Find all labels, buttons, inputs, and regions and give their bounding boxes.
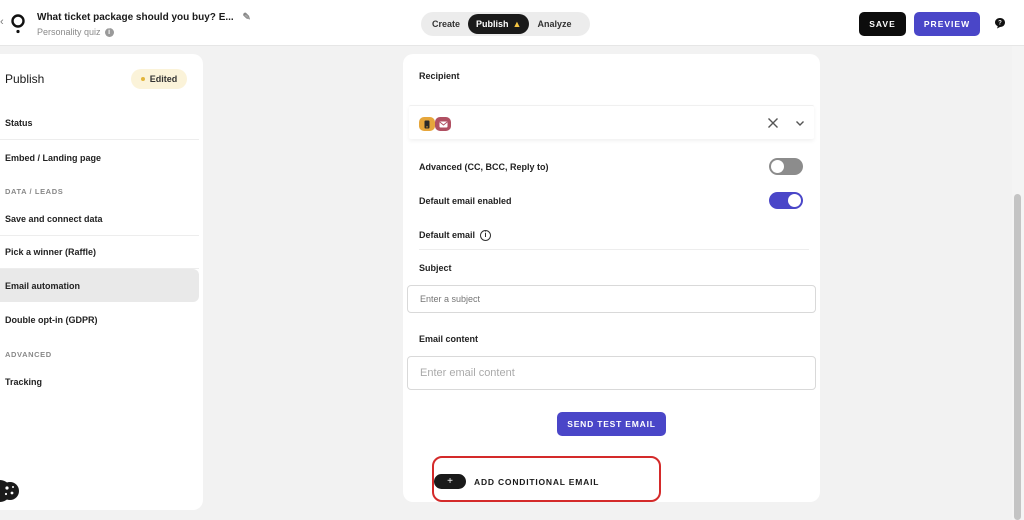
publish-sidebar: Publish Edited Status Embed / Landing pa… xyxy=(0,54,203,510)
warning-icon: ▲ xyxy=(512,19,522,29)
default-email-enabled-label: Default email enabled xyxy=(419,196,512,206)
sidebar-item-raffle[interactable]: Pick a winner (Raffle) xyxy=(0,236,199,269)
chevron-down-icon[interactable] xyxy=(795,118,805,128)
svg-text:?: ? xyxy=(998,21,1002,27)
sidebar-title: Publish xyxy=(5,72,45,86)
send-test-email-button[interactable]: SEND TEST EMAIL xyxy=(557,412,666,436)
quiz-title-block: What ticket package should you buy? E...… xyxy=(37,12,251,37)
sidebar-item-embed[interactable]: Embed / Landing page xyxy=(0,141,199,174)
tab-create[interactable]: Create xyxy=(424,14,468,34)
save-button[interactable]: SAVE xyxy=(859,12,906,36)
email-content-label: Email content xyxy=(419,334,479,344)
clear-icon[interactable] xyxy=(766,116,780,130)
recipient-chip-phone[interactable] xyxy=(419,117,435,131)
subject-label: Subject xyxy=(419,263,452,273)
recipient-label: Recipient xyxy=(419,71,460,81)
advanced-label: Advanced (CC, BCC, Reply to) xyxy=(419,162,549,172)
edited-badge: Edited xyxy=(131,69,187,89)
sidebar-item-tracking[interactable]: Tracking xyxy=(0,365,199,398)
logo[interactable] xyxy=(9,14,27,34)
scrollbar-thumb[interactable] xyxy=(1014,194,1021,520)
recipient-chip-email[interactable] xyxy=(435,117,451,131)
default-email-label: Default email i xyxy=(419,230,492,242)
email-automation-card: Recipient Advanced (CC, BCC, Reply to) D… xyxy=(403,54,820,502)
quiz-type: Personality quiz xyxy=(37,27,101,38)
advanced-toggle[interactable] xyxy=(769,158,803,175)
pencil-icon[interactable]: ✎ xyxy=(242,12,250,23)
back-icon[interactable]: ‹ xyxy=(0,16,4,28)
help-chat-icon[interactable]: ? xyxy=(994,17,1006,29)
add-conditional-plus-icon[interactable]: + xyxy=(434,474,466,489)
email-content-input[interactable]: Enter email content xyxy=(407,356,816,390)
edited-dot-icon xyxy=(140,77,145,81)
default-email-toggle[interactable] xyxy=(769,192,803,209)
top-bar: ‹ What ticket package should you buy? E.… xyxy=(0,0,1024,46)
phone-icon xyxy=(424,120,430,128)
quiz-title[interactable]: What ticket package should you buy? E... xyxy=(37,12,234,23)
add-conditional-email-button[interactable]: ADD CONDITIONAL EMAIL xyxy=(474,477,599,487)
sidebar-item-double-opt-in[interactable]: Double opt-in (GDPR) xyxy=(0,303,199,336)
info-icon[interactable]: i xyxy=(104,27,114,37)
sidebar-item-status[interactable]: Status xyxy=(0,107,199,140)
mail-icon xyxy=(439,121,447,127)
cookie-icon[interactable] xyxy=(0,479,22,503)
sidebar-section-advanced: ADVANCED xyxy=(5,350,52,359)
tab-publish[interactable]: Publish ▲ xyxy=(468,14,530,34)
mode-tabs: Create Publish ▲ Analyze xyxy=(421,12,590,36)
sidebar-item-save-connect[interactable]: Save and connect data xyxy=(0,203,199,236)
divider xyxy=(419,249,809,250)
recipient-select[interactable] xyxy=(409,105,814,139)
preview-button[interactable]: PREVIEW xyxy=(914,12,980,36)
subject-input[interactable] xyxy=(407,285,816,313)
sidebar-section-data-leads: DATA / LEADS xyxy=(5,187,64,196)
sidebar-item-email-automation[interactable]: Email automation xyxy=(0,269,199,302)
info-icon[interactable]: i xyxy=(480,230,492,242)
tab-analyze[interactable]: Analyze xyxy=(529,14,579,34)
